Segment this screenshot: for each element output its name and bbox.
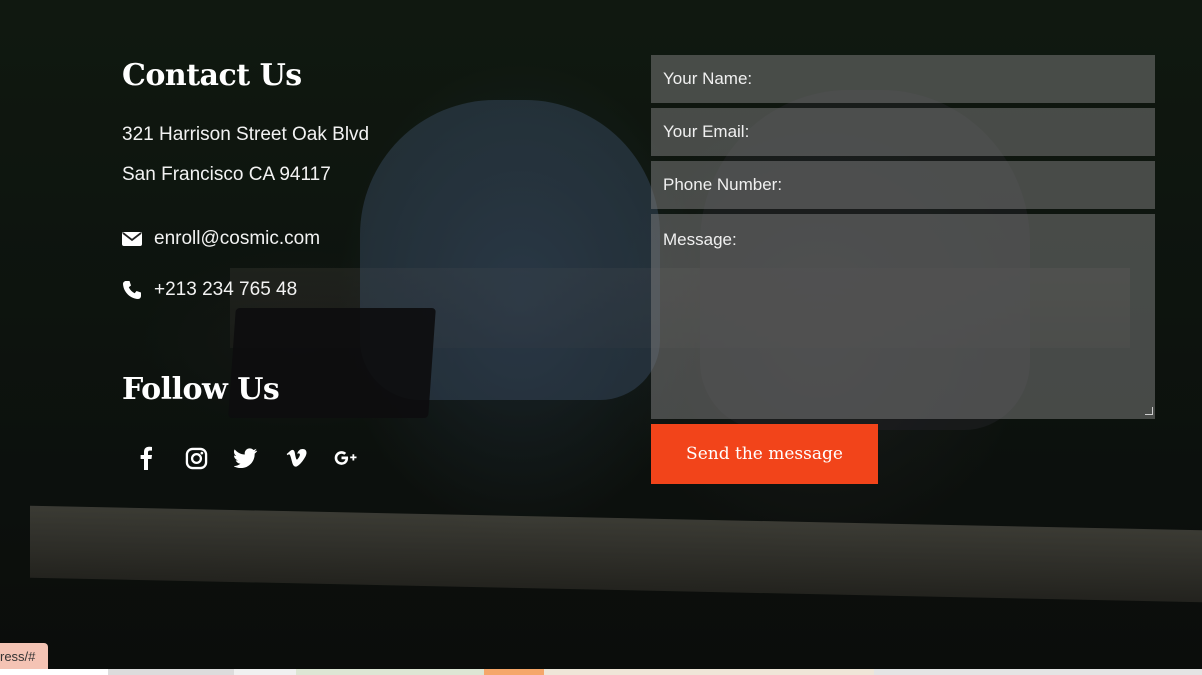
- phone-row: +213 234 765 48: [122, 279, 297, 301]
- phone-icon: [122, 280, 142, 300]
- envelope-icon: [122, 229, 142, 249]
- email-row: enroll@cosmic.com: [122, 228, 320, 250]
- email-field[interactable]: [651, 108, 1155, 156]
- instagram-icon[interactable]: [184, 444, 208, 472]
- name-field[interactable]: [651, 55, 1155, 103]
- phone-number[interactable]: +213 234 765 48: [154, 279, 297, 301]
- contact-title: Contact Us: [122, 58, 302, 93]
- facebook-icon[interactable]: [134, 444, 158, 472]
- status-bar-url: ress/#: [0, 643, 48, 669]
- google-plus-icon[interactable]: [334, 444, 358, 472]
- address-line-1: 321 Harrison Street Oak Blvd: [122, 124, 370, 145]
- textarea-resize-handle[interactable]: [1145, 407, 1153, 415]
- send-message-button[interactable]: Send the message: [651, 424, 878, 484]
- follow-title: Follow Us: [122, 372, 280, 407]
- email-link[interactable]: enroll@cosmic.com: [154, 228, 320, 250]
- message-field[interactable]: [651, 214, 1155, 419]
- address-line-2: San Francisco CA 94117: [122, 164, 331, 185]
- twitter-icon[interactable]: [234, 444, 258, 472]
- vimeo-icon[interactable]: [284, 444, 308, 472]
- bottom-color-strip: [0, 669, 1202, 675]
- phone-field[interactable]: [651, 161, 1155, 209]
- social-links: [134, 444, 358, 472]
